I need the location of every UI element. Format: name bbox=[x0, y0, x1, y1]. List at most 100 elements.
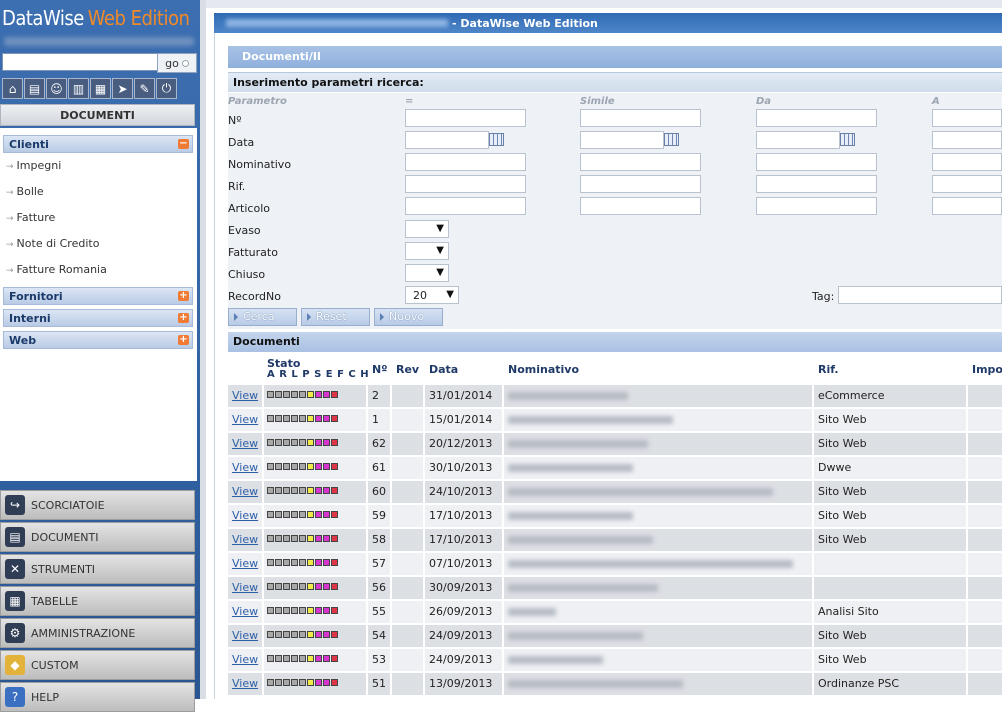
status-dot[interactable] bbox=[291, 511, 298, 518]
view-link[interactable]: View bbox=[232, 385, 258, 407]
status-dot[interactable] bbox=[291, 655, 298, 662]
view-link[interactable]: View bbox=[232, 553, 258, 575]
status-dot[interactable] bbox=[331, 511, 338, 518]
calendar-icon[interactable] bbox=[664, 133, 679, 146]
status-dot[interactable] bbox=[267, 439, 274, 446]
group-clienti[interactable]: Clienti − bbox=[3, 135, 193, 153]
status-dot[interactable] bbox=[267, 511, 274, 518]
chiuso-select[interactable]: ▼ bbox=[405, 264, 449, 282]
menu-item-note-di-credito[interactable]: → Note di Credito bbox=[6, 237, 99, 250]
status-dot[interactable] bbox=[315, 583, 322, 590]
status-dot[interactable] bbox=[275, 439, 282, 446]
status-dot[interactable] bbox=[323, 535, 330, 542]
send-icon[interactable]: ➤ bbox=[112, 78, 133, 99]
status-dot[interactable] bbox=[267, 607, 274, 614]
clipboard-icon[interactable]: ▦ bbox=[90, 78, 111, 99]
status-dot[interactable] bbox=[275, 535, 282, 542]
menu-item-fatture-romania[interactable]: → Fatture Romania bbox=[6, 263, 107, 276]
nav-help[interactable]: ? HELP bbox=[0, 682, 195, 712]
group-web[interactable]: Web + bbox=[3, 331, 193, 349]
status-dot[interactable] bbox=[299, 679, 306, 686]
nav-amministrazione[interactable]: ⚙ AMMINISTRAZIONE bbox=[0, 618, 195, 648]
status-dot[interactable] bbox=[283, 487, 290, 494]
status-dot[interactable] bbox=[331, 607, 338, 614]
view-link[interactable]: View bbox=[232, 433, 258, 455]
status-dot[interactable] bbox=[291, 535, 298, 542]
status-dot[interactable] bbox=[291, 439, 298, 446]
view-link[interactable]: View bbox=[232, 481, 258, 503]
collapse-icon[interactable]: − bbox=[178, 139, 189, 149]
status-dot[interactable] bbox=[299, 655, 306, 662]
view-link[interactable]: View bbox=[232, 649, 258, 671]
status-dot[interactable] bbox=[267, 631, 274, 638]
nav-tabelle[interactable]: ▦ TABELLE bbox=[0, 586, 195, 616]
status-dot[interactable] bbox=[283, 535, 290, 542]
tag-input[interactable] bbox=[838, 286, 1002, 304]
view-link[interactable]: View bbox=[232, 409, 258, 431]
status-dot[interactable] bbox=[323, 415, 330, 422]
status-dot[interactable] bbox=[291, 559, 298, 566]
status-dot[interactable] bbox=[291, 415, 298, 422]
group-interni[interactable]: Interni + bbox=[3, 309, 193, 327]
status-dot[interactable] bbox=[283, 583, 290, 590]
power-icon[interactable]: ⏻ bbox=[156, 78, 177, 99]
calendar-icon[interactable] bbox=[840, 133, 855, 146]
view-link[interactable]: View bbox=[232, 457, 258, 479]
status-dot[interactable] bbox=[323, 583, 330, 590]
status-dot[interactable] bbox=[315, 439, 322, 446]
status-dot[interactable] bbox=[291, 391, 298, 398]
data-simile-input[interactable] bbox=[580, 131, 664, 149]
th-data[interactable]: Data bbox=[429, 363, 458, 376]
status-dot[interactable] bbox=[267, 559, 274, 566]
status-dot[interactable] bbox=[283, 655, 290, 662]
status-dot[interactable] bbox=[291, 463, 298, 470]
status-dot[interactable] bbox=[283, 607, 290, 614]
menu-item-fatture[interactable]: → Fatture bbox=[6, 211, 55, 224]
status-dot[interactable] bbox=[323, 463, 330, 470]
status-dot[interactable] bbox=[275, 391, 282, 398]
status-dot[interactable] bbox=[275, 463, 282, 470]
status-dot[interactable] bbox=[323, 511, 330, 518]
nav-scorciatoie[interactable]: ↪ SCORCIATOIE bbox=[0, 490, 195, 520]
view-link[interactable]: View bbox=[232, 625, 258, 647]
nominativo-a-input[interactable] bbox=[932, 153, 1002, 171]
status-dot[interactable] bbox=[267, 655, 274, 662]
status-dot[interactable] bbox=[299, 391, 306, 398]
th-numero[interactable]: Nº bbox=[372, 363, 387, 376]
status-dot[interactable] bbox=[275, 607, 282, 614]
status-dot[interactable] bbox=[331, 559, 338, 566]
expand-icon[interactable]: + bbox=[178, 313, 189, 323]
status-dot[interactable] bbox=[267, 415, 274, 422]
home-icon[interactable]: ⌂ bbox=[2, 78, 23, 99]
status-dot[interactable] bbox=[307, 679, 314, 686]
expand-icon[interactable]: + bbox=[178, 291, 189, 301]
rif-da-input[interactable] bbox=[756, 175, 877, 193]
group-fornitori[interactable]: Fornitori + bbox=[3, 287, 193, 305]
status-dot[interactable] bbox=[283, 559, 290, 566]
status-dot[interactable] bbox=[323, 487, 330, 494]
view-link[interactable]: View bbox=[232, 505, 258, 527]
status-dot[interactable] bbox=[299, 607, 306, 614]
status-dot[interactable] bbox=[331, 415, 338, 422]
th-nominativo[interactable]: Nominativo bbox=[508, 363, 579, 376]
view-link[interactable]: View bbox=[232, 601, 258, 623]
status-dot[interactable] bbox=[275, 511, 282, 518]
nav-strumenti[interactable]: ✕ STRUMENTI bbox=[0, 554, 195, 584]
status-dot[interactable] bbox=[315, 655, 322, 662]
rif-eq-input[interactable] bbox=[405, 175, 526, 193]
status-dot[interactable] bbox=[323, 439, 330, 446]
printer-icon[interactable]: ▤ bbox=[24, 78, 45, 99]
status-dot[interactable] bbox=[315, 607, 322, 614]
status-dot[interactable] bbox=[315, 679, 322, 686]
expand-icon[interactable]: + bbox=[178, 335, 189, 345]
data-eq-input[interactable] bbox=[405, 131, 489, 149]
status-dot[interactable] bbox=[291, 679, 298, 686]
numero-simile-input[interactable] bbox=[580, 109, 701, 127]
sidebar-splitter[interactable] bbox=[200, 0, 206, 699]
status-dot[interactable] bbox=[267, 679, 274, 686]
user-icon[interactable]: ☺ bbox=[46, 78, 67, 99]
rif-simile-input[interactable] bbox=[580, 175, 701, 193]
status-dot[interactable] bbox=[275, 559, 282, 566]
view-link[interactable]: View bbox=[232, 577, 258, 599]
status-dot[interactable] bbox=[299, 631, 306, 638]
